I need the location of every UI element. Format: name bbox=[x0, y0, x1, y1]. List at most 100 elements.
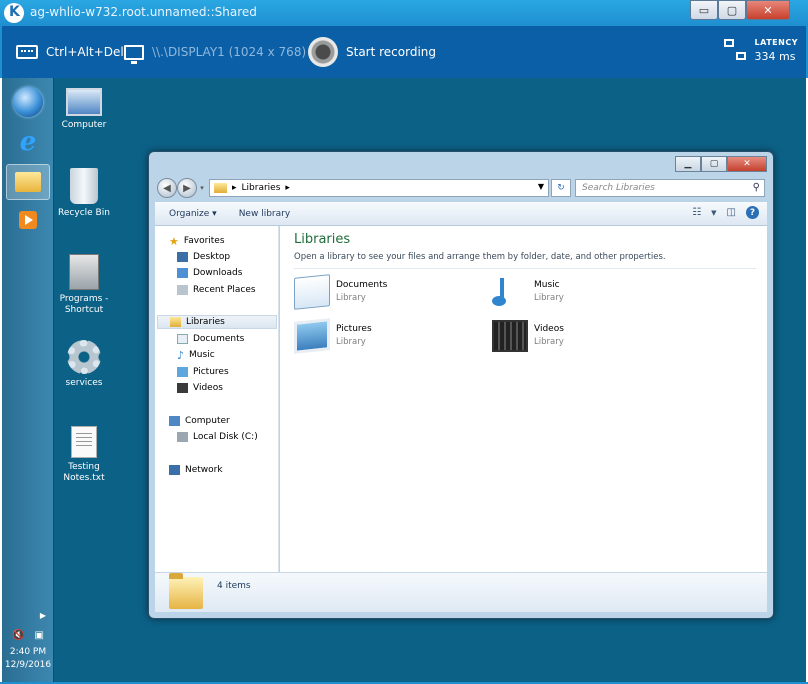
music-library-icon bbox=[492, 276, 528, 308]
viewer-title: ag-whlio-w732.root.unnamed::Shared bbox=[30, 5, 257, 19]
viewer-window-controls: ▭ ▢ ✕ bbox=[690, 0, 790, 20]
network-icon bbox=[169, 465, 180, 475]
clock-date[interactable]: 12/9/2016 bbox=[2, 660, 54, 670]
star-icon: ★ bbox=[169, 234, 179, 248]
folder-icon bbox=[15, 172, 41, 192]
hard-drive-icon bbox=[177, 432, 188, 442]
videos-library-icon bbox=[492, 320, 528, 352]
taskbar-media-player[interactable] bbox=[6, 202, 50, 238]
address-bar[interactable]: ▸ Libraries ▸ ▼ bbox=[209, 179, 549, 197]
tray-expand-icon[interactable]: ▶ bbox=[2, 611, 54, 620]
pictures-icon bbox=[177, 367, 188, 377]
desktop-icon-testing-notes[interactable]: Testing Notes.txt bbox=[52, 426, 116, 484]
view-options-icon[interactable]: ▼ bbox=[711, 209, 716, 217]
network-tray-icon[interactable]: ▣ bbox=[35, 630, 44, 641]
system-tray: ▶ 🔇 ▣ 2:40 PM 12/9/2016 bbox=[2, 611, 54, 670]
nav-local-disk[interactable]: Local Disk (C:) bbox=[177, 430, 258, 444]
maximize-button[interactable]: ▢ bbox=[718, 0, 746, 20]
downloads-icon bbox=[177, 268, 188, 278]
library-music[interactable]: Music Library bbox=[492, 276, 564, 308]
volume-muted-icon[interactable]: 🔇 bbox=[12, 630, 24, 641]
recycle-bin-icon bbox=[70, 168, 98, 204]
explorer-maximize-button[interactable]: ▢ bbox=[701, 156, 727, 172]
latency-indicator: LATENCY 334 ms bbox=[755, 38, 798, 63]
nav-computer[interactable]: Computer bbox=[169, 414, 230, 428]
library-videos[interactable]: Videos Library bbox=[492, 320, 564, 352]
explorer-command-bar: Organize ▾ New library ☷ ▼ ◫ ? bbox=[155, 202, 767, 226]
breadcrumb-arrow-icon[interactable]: ▸ bbox=[285, 183, 290, 193]
nav-music[interactable]: ♪ Music bbox=[177, 348, 215, 362]
change-view-icon[interactable]: ☷ bbox=[692, 207, 701, 218]
folder-icon bbox=[169, 573, 203, 609]
desktop-icon-computer[interactable]: Computer bbox=[52, 86, 116, 131]
documents-icon bbox=[177, 334, 188, 344]
services-icon bbox=[67, 340, 101, 374]
organize-button[interactable]: Organize ▾ bbox=[169, 209, 217, 219]
explorer-window-controls: ▁ ▢ ✕ bbox=[675, 156, 767, 172]
breadcrumb-arrow-icon[interactable]: ▸ bbox=[232, 183, 237, 193]
page-description: Open a library to see your files and arr… bbox=[294, 252, 666, 262]
taskbar-explorer[interactable] bbox=[6, 164, 50, 200]
taskbar-internet-explorer[interactable]: e bbox=[6, 124, 50, 160]
ctrl-alt-del-button[interactable]: Ctrl+Alt+Del bbox=[16, 26, 124, 78]
explorer-minimize-button[interactable]: ▁ bbox=[675, 156, 701, 172]
search-icon[interactable]: ⚲ bbox=[753, 182, 760, 193]
library-pictures[interactable]: Pictures Library bbox=[294, 318, 372, 354]
help-icon[interactable]: ? bbox=[746, 206, 759, 219]
windows-start-icon bbox=[13, 87, 43, 117]
forward-button[interactable]: ▶ bbox=[177, 178, 197, 198]
navigation-pane: ★ Favorites Desktop Downloads Recent Pla… bbox=[155, 226, 279, 572]
recent-places-icon bbox=[177, 285, 188, 295]
explorer-close-button[interactable]: ✕ bbox=[727, 156, 767, 172]
desktop-icon-label: Testing Notes.txt bbox=[63, 462, 105, 483]
nav-network[interactable]: Network bbox=[169, 463, 223, 477]
new-library-button[interactable]: New library bbox=[239, 209, 290, 219]
page-title: Libraries bbox=[294, 232, 351, 247]
display-selector[interactable]: \\.\DISPLAY1 (1024 x 768) bbox=[124, 26, 306, 78]
nav-desktop[interactable]: Desktop bbox=[177, 250, 230, 264]
desktop-icon-services[interactable]: services bbox=[52, 340, 116, 389]
keyboard-icon bbox=[16, 45, 38, 59]
text-file-icon bbox=[71, 426, 97, 458]
minimize-button[interactable]: ▭ bbox=[690, 0, 718, 20]
status-bar: 4 items bbox=[155, 572, 767, 612]
viewer-title-bar: ag-whlio-w732.root.unnamed::Shared ▭ ▢ ✕ bbox=[0, 0, 808, 26]
computer-icon bbox=[66, 88, 102, 116]
libraries-icon bbox=[214, 183, 227, 193]
videos-icon bbox=[177, 383, 188, 393]
start-button[interactable] bbox=[6, 84, 50, 120]
clock-time[interactable]: 2:40 PM bbox=[2, 647, 54, 657]
close-button[interactable]: ✕ bbox=[746, 0, 790, 20]
programs-icon bbox=[69, 254, 99, 290]
search-input[interactable]: Search Libraries ⚲ bbox=[575, 179, 765, 197]
nav-videos[interactable]: Videos bbox=[177, 381, 223, 395]
refresh-button[interactable]: ↻ bbox=[551, 179, 571, 197]
start-recording-button[interactable]: Start recording bbox=[308, 26, 436, 78]
remote-desktop[interactable]: e ▶ 🔇 ▣ 2:40 PM 12/9/2016 Computer Recyc… bbox=[2, 78, 806, 682]
nav-recent-places[interactable]: Recent Places bbox=[177, 283, 256, 297]
desktop-icon-recycle-bin[interactable]: Recycle Bin bbox=[52, 168, 116, 219]
pictures-library-icon bbox=[294, 318, 330, 354]
nav-libraries[interactable]: Libraries bbox=[157, 315, 277, 329]
nav-documents[interactable]: Documents bbox=[177, 332, 244, 346]
breadcrumb-libraries[interactable]: Libraries bbox=[242, 183, 281, 193]
explorer-title-bar[interactable]: ▁ ▢ ✕ bbox=[149, 152, 773, 180]
monitor-icon bbox=[124, 44, 144, 64]
network-status-icon bbox=[724, 39, 748, 63]
address-dropdown-icon[interactable]: ▼ bbox=[538, 182, 544, 191]
back-button[interactable]: ◀ bbox=[157, 178, 177, 198]
nav-favorites[interactable]: ★ Favorites bbox=[169, 234, 225, 248]
app-logo-icon bbox=[4, 3, 24, 23]
nav-pictures[interactable]: Pictures bbox=[177, 365, 229, 379]
recent-pages-button[interactable]: ▾ bbox=[197, 178, 207, 198]
desktop-icon-label: Programs - Shortcut bbox=[59, 294, 109, 315]
viewer-toolbar: Ctrl+Alt+Del \\.\DISPLAY1 (1024 x 768) S… bbox=[0, 26, 808, 78]
content-pane: Libraries Open a library to see your fil… bbox=[280, 226, 767, 572]
media-player-icon bbox=[19, 211, 37, 229]
preview-pane-icon[interactable]: ◫ bbox=[727, 207, 736, 218]
library-documents[interactable]: Documents Library bbox=[294, 274, 387, 310]
desktop-icon-programs-shortcut[interactable]: Programs - Shortcut bbox=[52, 254, 116, 316]
nav-downloads[interactable]: Downloads bbox=[177, 266, 242, 280]
latency-label: LATENCY bbox=[754, 38, 798, 47]
desktop-icon-label: Computer bbox=[61, 120, 107, 130]
